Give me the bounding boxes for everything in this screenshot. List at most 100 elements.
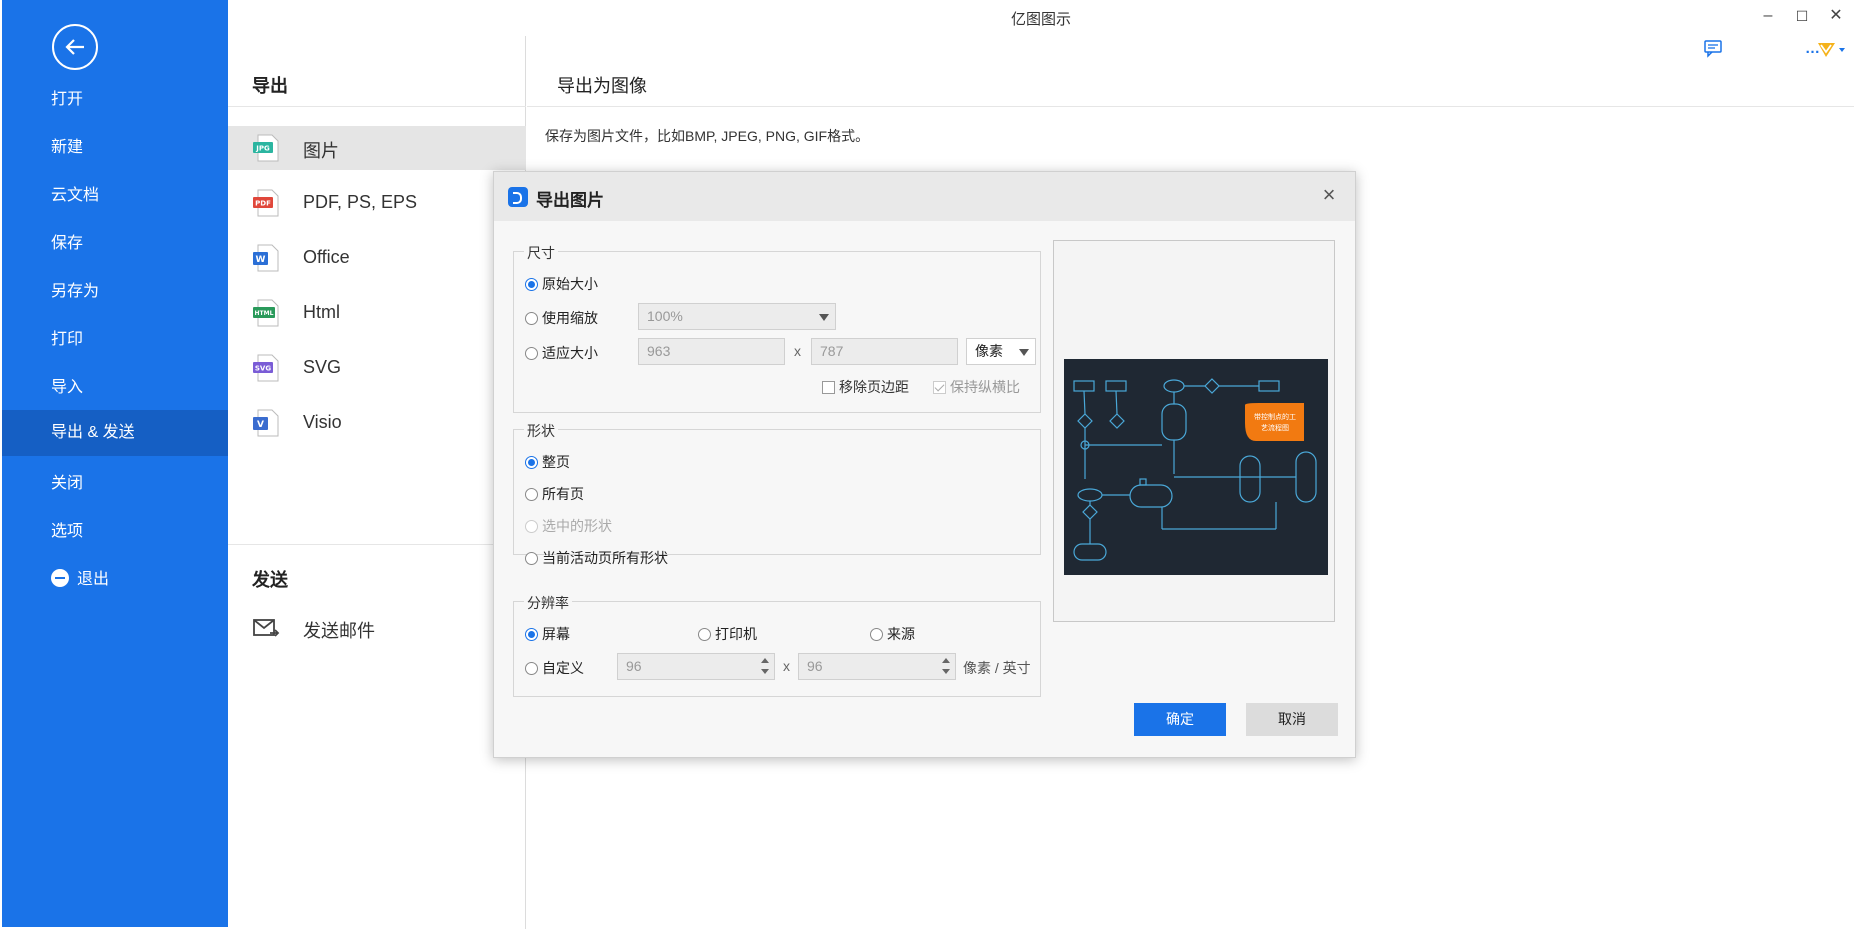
- height-input[interactable]: 787: [811, 338, 958, 365]
- checkbox-label: 保持纵横比: [950, 379, 1020, 395]
- size-group: 尺寸 原始大小 使用缩放 100% 适应大小 963 x 787 像素 移除页边…: [513, 243, 1041, 413]
- radio-use-zoom[interactable]: 使用缩放: [525, 308, 598, 328]
- dpi-x-stepper[interactable]: 96: [617, 653, 775, 680]
- html-file-icon: HTML: [253, 299, 279, 327]
- nav-import[interactable]: 导入: [2, 366, 228, 410]
- dpi-x-separator: x: [783, 658, 790, 674]
- radio-label: 来源: [887, 626, 915, 642]
- radio-dot: [525, 311, 538, 325]
- radio-label: 选中的形状: [542, 518, 612, 534]
- radio-custom[interactable]: 自定义: [525, 658, 584, 678]
- nav-print[interactable]: 打印: [2, 318, 228, 362]
- format-office[interactable]: W Office: [228, 236, 526, 280]
- minimize-button[interactable]: –: [1756, 6, 1780, 26]
- edraw-logo-icon: [508, 187, 528, 207]
- radio-label: 所有页: [542, 486, 584, 502]
- nav-cloud-docs[interactable]: 云文档: [2, 174, 228, 218]
- radio-label: 当前活动页所有形状: [542, 550, 668, 566]
- zoom-select[interactable]: 100%: [638, 303, 836, 330]
- arrow-left-icon: [65, 39, 84, 55]
- format-label: Office: [303, 247, 350, 267]
- ok-button[interactable]: 确定: [1134, 703, 1226, 736]
- radio-selected-shapes[interactable]: 选中的形状: [525, 516, 612, 536]
- radio-label: 整页: [542, 454, 570, 470]
- radio-fit-size[interactable]: 适应大小: [525, 343, 598, 363]
- nav-export-send[interactable]: 导出 & 发送: [2, 410, 228, 456]
- dialog-title: 导出图片: [536, 191, 604, 210]
- zoom-value: 100%: [647, 308, 683, 324]
- nav-save[interactable]: 保存: [2, 222, 228, 266]
- remove-margin-checkbox[interactable]: 移除页边距: [822, 377, 909, 397]
- radio-screen[interactable]: 屏幕: [525, 624, 570, 644]
- export-format-column: 导出 JPG 图片 PDF PDF, PS, EPS W Office HTML…: [228, 36, 526, 929]
- dpi-x-value: 96: [626, 658, 642, 674]
- svg-text:W: W: [256, 255, 266, 265]
- title-bar: 亿图图示 – ☐ ✕ …: [228, 0, 1854, 58]
- svg-text:SVG: SVG: [255, 365, 271, 373]
- svg-text:JPG: JPG: [255, 145, 270, 153]
- exit-icon: [51, 569, 69, 587]
- radio-whole-page[interactable]: 整页: [525, 452, 570, 472]
- size-x-separator: x: [794, 343, 801, 359]
- jpg-file-icon: JPG: [253, 134, 279, 162]
- radio-label: 适应大小: [542, 345, 598, 361]
- radio-all-pages[interactable]: 所有页: [525, 484, 584, 504]
- format-svg[interactable]: SVG SVG: [228, 346, 526, 390]
- spin-arrows-icon[interactable]: [761, 656, 771, 677]
- svg-text:V: V: [257, 420, 264, 430]
- keep-ratio-checkbox[interactable]: 保持纵横比: [933, 377, 1020, 397]
- cancel-button[interactable]: 取消: [1246, 703, 1338, 736]
- nav-new[interactable]: 新建: [2, 126, 228, 170]
- send-section-title: 发送: [252, 570, 288, 590]
- svg-file-icon: SVG: [253, 354, 279, 382]
- format-visio[interactable]: V Visio: [228, 401, 526, 445]
- nav-open[interactable]: 打开: [2, 78, 228, 122]
- export-image-title: 导出为图像: [557, 76, 647, 96]
- radio-dot: [870, 627, 883, 641]
- nav-exit[interactable]: 退出: [2, 558, 228, 602]
- radio-label: 屏幕: [542, 626, 570, 642]
- shape-group-title: 形状: [524, 421, 558, 441]
- radio-dot: [525, 487, 538, 501]
- radio-original-size[interactable]: 原始大小: [525, 274, 598, 294]
- pdf-file-icon: PDF: [253, 189, 279, 217]
- nav-options[interactable]: 选项: [2, 510, 228, 554]
- export-image-description: 保存为图片文件，比如BMP, JPEG, PNG, GIF格式。: [545, 128, 870, 144]
- nav-save-as[interactable]: 另存为: [2, 270, 228, 314]
- width-input[interactable]: 963: [638, 338, 785, 365]
- radio-current-page-shapes[interactable]: 当前活动页所有形状: [525, 548, 668, 568]
- send-email-item[interactable]: 发送邮件: [228, 606, 526, 650]
- checkbox-box: [822, 380, 835, 394]
- resolution-group: 分辨率 屏幕 打印机 来源 自定义 96 x 96 像素 / 英寸: [513, 593, 1041, 697]
- svg-text:PDF: PDF: [255, 200, 271, 208]
- format-html[interactable]: HTML Html: [228, 291, 526, 335]
- close-window-button[interactable]: ✕: [1824, 6, 1848, 26]
- unit-select[interactable]: 像素: [966, 338, 1036, 365]
- divider: [228, 544, 526, 545]
- format-label: Visio: [303, 412, 342, 432]
- size-group-title: 尺寸: [524, 243, 558, 263]
- format-image[interactable]: JPG 图片: [228, 126, 526, 170]
- radio-dot: [525, 455, 538, 469]
- radio-label: 原始大小: [542, 276, 598, 292]
- maximize-button[interactable]: ☐: [1790, 6, 1814, 26]
- nav-close[interactable]: 关闭: [2, 462, 228, 506]
- radio-source[interactable]: 来源: [870, 624, 915, 644]
- mail-send-icon: [253, 619, 280, 637]
- format-label: SVG: [303, 357, 342, 377]
- spin-arrows-icon[interactable]: [942, 656, 952, 677]
- radio-label: 使用缩放: [542, 310, 598, 326]
- close-icon[interactable]: ×: [1319, 184, 1339, 206]
- format-pdf[interactable]: PDF PDF, PS, EPS: [228, 181, 526, 225]
- unit-value: 像素: [975, 343, 1003, 359]
- shape-group: 形状 整页 所有页 选中的形状 当前活动页所有形状: [513, 421, 1041, 566]
- dpi-unit-label: 像素 / 英寸: [963, 660, 1031, 676]
- back-button[interactable]: [52, 24, 98, 70]
- radio-printer[interactable]: 打印机: [698, 624, 757, 644]
- preview-callout-line-1: 带控制点的工: [1254, 412, 1296, 421]
- flowchart-preview-image: 带控制点的工 艺流程图: [1064, 359, 1328, 575]
- radio-dot: [525, 661, 538, 675]
- resolution-group-title: 分辨率: [524, 593, 572, 613]
- dpi-y-value: 96: [807, 658, 823, 674]
- dpi-y-stepper[interactable]: 96: [798, 653, 956, 680]
